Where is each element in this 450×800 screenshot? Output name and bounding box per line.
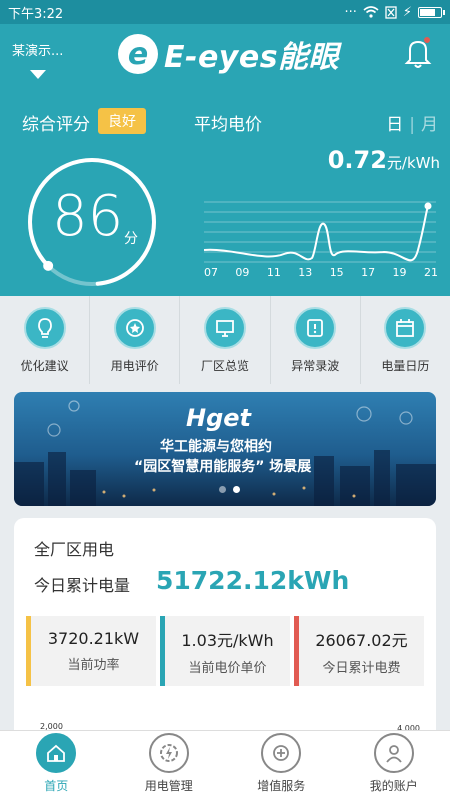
x-tick: 07	[204, 266, 218, 279]
trend-end-point	[424, 202, 432, 210]
x-tick: 21	[423, 266, 438, 279]
carousel-dot[interactable]	[219, 486, 226, 493]
stat-label: 当前功率	[67, 658, 120, 673]
calendar-icon	[384, 306, 427, 349]
score-value: 86	[52, 184, 124, 249]
quick-actions: 优化建议 用电评价 厂区总览 异常录波 电量日历	[0, 296, 450, 384]
alert-icon	[294, 306, 337, 349]
quick-action-label: 异常录波	[291, 358, 340, 373]
caret-down-icon[interactable]	[30, 70, 46, 79]
header-panel: 某演示... e E-eyes能眼 综合评分 良好 平均电价 日 | 月 86 分 …	[0, 24, 450, 296]
dots-icon: ···	[344, 4, 357, 20]
user-icon	[373, 733, 414, 773]
bottom-tab-bar: 首页 用电管理 增值服务 我的账户	[0, 730, 450, 800]
logo-text: E-eyes能眼	[164, 40, 340, 75]
no-sim-icon	[385, 5, 397, 19]
stat-label: 当前电价单价	[188, 660, 267, 676]
x-tick: 17	[361, 266, 376, 279]
tab-home[interactable]: 首页	[0, 731, 113, 800]
top-bar: 某演示... e E-eyes能眼	[0, 24, 450, 88]
quick-action-label: 优化建议	[20, 358, 69, 373]
banner-line2: “园区智慧用能服务” 场景展	[134, 459, 312, 475]
quick-action-item[interactable]: 用电评价	[90, 296, 181, 384]
tab-label: 用电管理	[144, 779, 193, 793]
tab-plus-circle[interactable]: 增值服务	[225, 731, 338, 800]
stat-current-power: 3720.21kW 当前功率	[26, 616, 156, 686]
x-tick: 15	[329, 266, 344, 279]
price-unit: 元/kWh	[386, 154, 440, 172]
monitor-icon	[204, 306, 246, 349]
toggle-separator: |	[409, 115, 415, 135]
banner-brand: Hget	[186, 404, 252, 432]
today-energy-value: 51722.12kWh	[156, 566, 350, 595]
quick-action-item[interactable]: 优化建议	[0, 296, 91, 384]
banner-line1: 华工能源与您相约	[160, 439, 272, 455]
price-value: 0.72元/kWh	[328, 146, 440, 174]
x-tick: 13	[298, 266, 313, 279]
status-time: 下午3:22	[8, 6, 64, 22]
tab-label: 我的账户	[369, 779, 418, 793]
x-tick: 09	[235, 266, 250, 279]
x-tick: 11	[266, 266, 281, 279]
price-number: 0.72	[327, 146, 387, 174]
quick-action-item[interactable]: 异常录波	[271, 296, 361, 384]
home-icon	[36, 733, 77, 773]
tab-label: 增值服务	[257, 779, 306, 793]
stat-today-cost: 26067.02元 今日累计电费	[294, 616, 424, 686]
stat-value: 3720.21kW	[47, 629, 140, 648]
tab-label: 首页	[44, 779, 69, 793]
stat-value: 26067.02元	[315, 630, 408, 650]
x-axis-ticks: 07 09 11 13 15 17 19 21	[204, 266, 438, 279]
site-selector[interactable]: 某演示...	[12, 40, 63, 59]
carousel-dots	[219, 486, 240, 493]
lightbulb-icon	[23, 306, 66, 349]
wifi-icon	[363, 6, 379, 18]
charging-icon: ⚡	[402, 4, 412, 20]
stat-label: 今日累计电费	[322, 660, 401, 676]
today-energy-label: 今日累计电量	[34, 576, 131, 595]
price-label: 平均电价	[194, 115, 262, 135]
promo-banner[interactable]: Hget 华工能源与您相约 “园区智慧用能服务” 场景展	[14, 392, 436, 506]
tab-gear-bolt[interactable]: 用电管理	[113, 731, 226, 800]
gear-bolt-icon	[148, 733, 189, 773]
tab-user[interactable]: 我的账户	[338, 731, 450, 800]
summary-title: 全厂区用电	[34, 540, 115, 559]
stats-row: 3720.21kW 当前功率 1.03元/kWh 当前电价单价 26067.02…	[26, 616, 424, 686]
quick-action-item[interactable]: 电量日历	[361, 296, 450, 384]
quick-action-label: 厂区总览	[201, 358, 250, 373]
toggle-month[interactable]: 月	[421, 115, 438, 135]
stat-value: 1.03元/kWh	[181, 630, 274, 650]
bell-icon[interactable]	[404, 36, 432, 70]
plus-circle-icon	[261, 733, 302, 773]
period-toggle: 日 | 月	[386, 110, 438, 135]
status-icons: ··· ⚡	[344, 4, 445, 20]
app-logo: e E-eyes能眼	[118, 32, 339, 76]
stat-current-price: 1.03元/kWh 当前电价单价	[160, 616, 290, 686]
quick-action-label: 用电评价	[110, 358, 159, 373]
carousel-dot-active[interactable]	[233, 486, 240, 493]
quick-action-item[interactable]: 厂区总览	[180, 296, 271, 384]
toggle-day[interactable]: 日	[386, 115, 403, 135]
status-bar: 下午3:22 ··· ⚡	[0, 0, 450, 24]
logo-e-icon: e	[118, 34, 158, 74]
grade-badge: 良好	[98, 108, 146, 134]
score-label: 综合评分	[22, 115, 90, 135]
rating-icon	[113, 306, 156, 349]
battery-icon	[418, 6, 445, 18]
x-tick: 19	[392, 266, 407, 279]
quick-action-label: 电量日历	[381, 358, 430, 373]
score-unit: 分	[124, 231, 138, 247]
